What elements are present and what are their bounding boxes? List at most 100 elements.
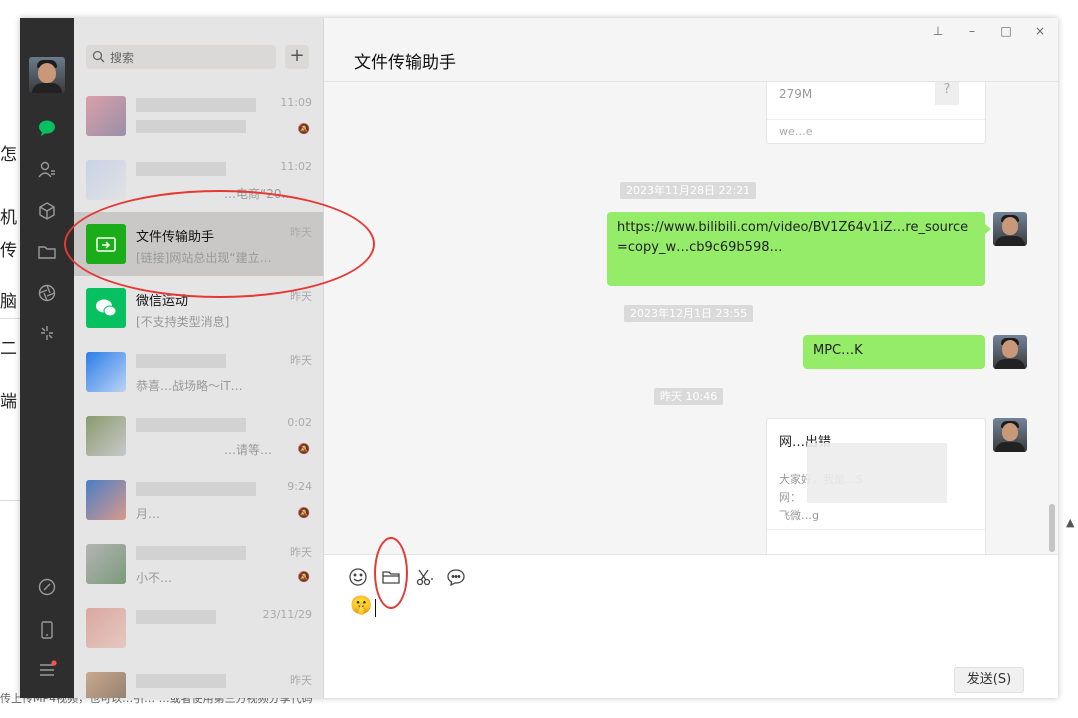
blurred-name — [136, 674, 226, 688]
blurred-content — [807, 443, 947, 503]
list-item[interactable]: 昨天 — [74, 660, 323, 698]
contact-avatar — [86, 160, 126, 200]
message-timestamp: 2023年11月28日 22:21 — [620, 182, 757, 199]
message-area[interactable]: 279M ? we…e 2023年11月28日 22:21 https://ww… — [324, 82, 1058, 554]
send-button[interactable]: 发送(S) — [954, 667, 1024, 693]
bg-text: 二 — [0, 339, 17, 359]
chat-header: 文件传输助手 ⊥ – □ × — [324, 18, 1058, 82]
moments-icon[interactable] — [35, 281, 59, 305]
message-bubble[interactable]: https://www.bilibili.com/video/BV1Z64v1i… — [607, 212, 991, 286]
add-button[interactable]: + — [285, 45, 309, 69]
link-card-desc: 飞微…g — [779, 509, 819, 522]
file-type-icon: ? — [935, 82, 959, 105]
contact-avatar — [86, 672, 126, 698]
mute-bell-icon: 🔕 — [297, 508, 310, 519]
link-icon[interactable] — [35, 575, 59, 599]
blurred-name — [136, 610, 216, 624]
blurred-name — [136, 418, 246, 432]
conversation-time: 昨天 — [290, 674, 312, 687]
mute-bell-icon: 🔕 — [297, 444, 310, 455]
conversation-time: 昨天 — [290, 354, 312, 367]
blurred-name — [136, 162, 226, 176]
list-item[interactable]: …请等… 0:02 🔕 — [74, 404, 323, 468]
scroll-up-arrow-icon[interactable]: ▲ — [1066, 516, 1074, 529]
search-input[interactable]: 搜索 — [86, 45, 276, 69]
contact-avatar — [86, 416, 126, 456]
link-card[interactable]: 网…出错 大家好，我是…S 网： 飞微…g — [766, 418, 986, 554]
conversation-time: 11:02 — [280, 160, 312, 173]
conversation-preview: [链接]网站总出现“建立… — [136, 251, 272, 265]
phone-icon[interactable] — [35, 618, 59, 642]
emoji-icon[interactable] — [348, 567, 370, 589]
conversation-name: 微信运动 — [136, 294, 189, 309]
blurred-name — [136, 482, 256, 496]
list-item[interactable]: …电商“20… 11:02 — [74, 148, 323, 212]
conversation-time: 23/11/29 — [262, 608, 312, 621]
conversation-time: 0:02 — [287, 416, 312, 429]
draft-emoji: 🤫 — [350, 595, 373, 616]
mini-programs-icon[interactable] — [35, 321, 59, 345]
bg-text: 传 — [0, 241, 17, 261]
conversation-preview: [不支持类型消息] — [136, 315, 230, 329]
text-cursor — [375, 599, 376, 617]
conversation-preview: 小不… — [136, 571, 173, 585]
conversation-preview: …请等… — [224, 443, 273, 457]
nav-sidebar — [20, 18, 74, 698]
folder-icon[interactable] — [381, 567, 403, 589]
list-item[interactable]: 11:09 🔕 — [74, 84, 323, 148]
conversation-time: 11:09 — [280, 96, 312, 109]
chat-bubble-icon[interactable] — [446, 567, 468, 589]
mute-bell-icon: 🔕 — [297, 572, 310, 583]
chat-title: 文件传输助手 — [354, 53, 456, 73]
list-item[interactable]: 小不… 昨天 🔕 — [74, 532, 323, 596]
bg-text: 机 — [0, 208, 17, 228]
contact-avatar — [86, 352, 126, 392]
contact-avatar — [86, 608, 126, 648]
conversation-preview: 恭喜…战场略～iT… — [136, 379, 243, 393]
message-bubble[interactable]: MPC…K — [803, 335, 985, 369]
list-item[interactable]: 恭喜…战场略～iT… 昨天 — [74, 340, 323, 404]
bg-text: 脑 — [0, 292, 17, 312]
message-timestamp: 2023年12月1日 23:55 — [624, 305, 754, 322]
sender-avatar[interactable] — [993, 212, 1027, 246]
list-item[interactable]: 月… 9:24 🔕 — [74, 468, 323, 532]
menu-icon[interactable] — [35, 658, 59, 682]
message-timestamp: 昨天 10:46 — [654, 388, 724, 405]
list-item[interactable]: 23/11/29 — [74, 596, 323, 660]
list-item-file-transfer[interactable]: 文件传输助手 [链接]网站总出现“建立… 昨天 — [74, 212, 323, 276]
conversation-preview: …电商“20… — [224, 187, 294, 201]
bg-divider — [0, 318, 20, 319]
contacts-icon[interactable] — [35, 158, 59, 182]
blurred-name — [136, 354, 226, 368]
card-source: we…e — [779, 125, 813, 138]
file-card[interactable]: 279M ? we…e — [766, 82, 986, 144]
search-icon — [92, 50, 105, 63]
conversation-preview: 月… — [136, 507, 161, 521]
file-transfer-icon — [86, 224, 126, 264]
wechat-window: 搜索 + 11:09 🔕 …电商“20… 11:02 文件传输助手 [链接]网站… — [20, 18, 1058, 698]
conversation-time: 昨天 — [290, 290, 312, 303]
conversation-name: 文件传输助手 — [136, 230, 215, 245]
blurred-name — [136, 546, 246, 560]
contact-avatar — [86, 96, 126, 136]
collection-cube-icon[interactable] — [35, 199, 59, 223]
minimize-button[interactable]: – — [960, 24, 984, 38]
user-avatar[interactable] — [29, 57, 65, 93]
card-divider — [767, 529, 985, 530]
sender-avatar[interactable] — [993, 418, 1027, 452]
bg-divider — [0, 500, 20, 501]
pin-icon[interactable]: ⊥ — [926, 24, 950, 38]
chat-icon[interactable] — [35, 116, 59, 140]
close-button[interactable]: × — [1028, 24, 1052, 38]
link-card-desc: 网： — [779, 491, 801, 504]
file-size: 279M — [779, 87, 813, 101]
files-folder-icon[interactable] — [35, 240, 59, 264]
wechat-sports-icon — [86, 288, 126, 328]
scrollbar[interactable] — [1049, 504, 1055, 552]
scissors-icon[interactable] — [414, 567, 436, 589]
list-item-wechat-sports[interactable]: 微信运动 [不支持类型消息] 昨天 — [74, 276, 323, 340]
input-area: 🤫 发送(S) — [324, 554, 1058, 698]
contact-avatar — [86, 480, 126, 520]
sender-avatar[interactable] — [993, 335, 1027, 369]
maximize-button[interactable]: □ — [994, 24, 1018, 38]
